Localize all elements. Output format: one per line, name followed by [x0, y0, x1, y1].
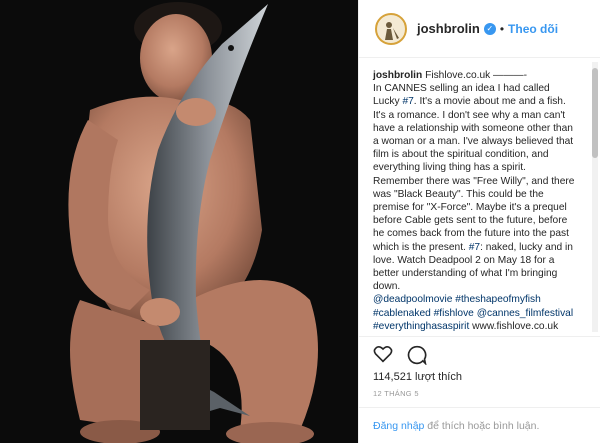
hashtag-theshapeofmyfish[interactable]: #theshapeofmyfish: [455, 294, 541, 305]
comment-prompt: để thích hoặc bình luận.: [424, 420, 540, 432]
follow-button[interactable]: Theo dõi: [508, 22, 558, 36]
man-holding-fish-image: [0, 0, 358, 443]
post-header: joshbrolin ✓ • Theo dõi: [359, 0, 600, 58]
hashtag-fishlove[interactable]: #fishlove: [434, 308, 474, 319]
post-date[interactable]: 12 THÁNG 5: [359, 383, 600, 398]
scrollbar-thumb[interactable]: [592, 68, 598, 158]
avatar-silhouette-icon: [378, 15, 404, 42]
caption-username[interactable]: joshbrolin: [373, 70, 422, 81]
heart-icon[interactable]: [373, 345, 393, 363]
post-actions: 114,521 lượt thích 12 THÁNG 5: [359, 336, 600, 406]
login-link[interactable]: Đăng nhập: [373, 420, 424, 432]
hashtag-7-link[interactable]: #7: [402, 96, 413, 107]
comment-login-bar: Đăng nhập để thích hoặc bình luận.: [359, 407, 600, 443]
comment-icon[interactable]: [407, 345, 427, 365]
caption-line1: Fishlove.co.uk ———-: [425, 70, 527, 81]
verified-badge-icon: ✓: [483, 22, 496, 35]
likes-count[interactable]: 114,521 lượt thích: [359, 365, 600, 383]
header-username[interactable]: joshbrolin: [417, 21, 480, 36]
hashtag-cablenaked[interactable]: #cablenaked: [373, 308, 431, 319]
mention-cannes-filmfestival[interactable]: @cannes_filmfestival: [477, 308, 573, 319]
mention-deadpoolmovie[interactable]: @deadpoolmovie: [373, 294, 452, 305]
caption-text-b: . It's a movie about me and a fish. It's…: [373, 96, 575, 253]
instagram-post: joshbrolin ✓ • Theo dõi joshbrolin Fishl…: [0, 0, 600, 443]
hashtag-7-link-2[interactable]: #7: [469, 242, 480, 253]
action-icons: [359, 337, 600, 365]
caption: joshbrolin Fishlove.co.uk ———- In CANNES…: [359, 59, 589, 333]
header-separator: •: [499, 21, 505, 36]
caption-scrollbar[interactable]: [592, 62, 598, 332]
caption-scroll-area[interactable]: joshbrolin Fishlove.co.uk ———- In CANNES…: [359, 59, 600, 335]
hashtag-everythinghasaspirit[interactable]: #everythinghasaspirit: [373, 321, 469, 332]
caption-url: www.fishlove.co.uk: [472, 320, 559, 332]
post-photo[interactable]: [0, 0, 358, 443]
post-side-panel: joshbrolin ✓ • Theo dõi joshbrolin Fishl…: [358, 0, 600, 443]
avatar[interactable]: [375, 12, 407, 45]
